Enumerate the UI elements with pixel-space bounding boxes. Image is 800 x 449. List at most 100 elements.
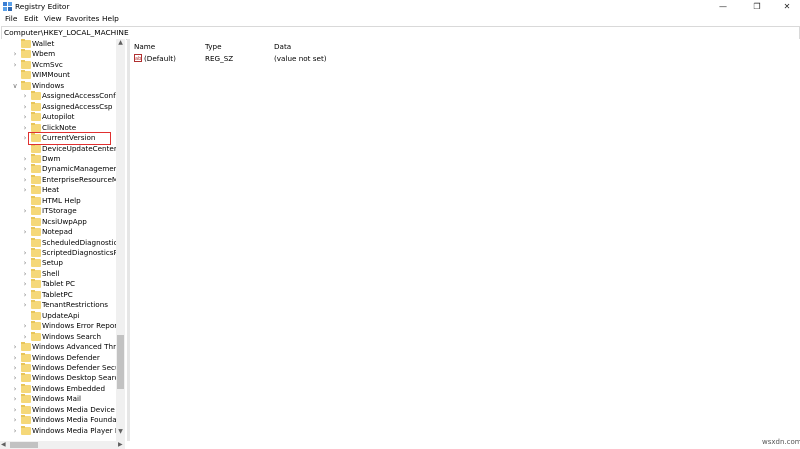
- chevron-right-icon[interactable]: ›: [12, 394, 18, 404]
- tree-vertical-scrollbar[interactable]: ▲ ▼: [116, 39, 125, 441]
- tree-item[interactable]: WIMMount: [0, 70, 116, 80]
- chevron-right-icon[interactable]: ›: [22, 185, 28, 195]
- chevron-right-icon[interactable]: ›: [22, 300, 28, 310]
- tree-item[interactable]: UpdateApi: [0, 310, 116, 321]
- tree-item[interactable]: › Windows Media Founda: [0, 415, 117, 425]
- chevron-right-icon[interactable]: ›: [22, 290, 28, 300]
- horizontal-scroll-thumb[interactable]: [10, 442, 38, 448]
- menu-favorites[interactable]: Favorites: [66, 14, 99, 23]
- highlight-box: [28, 132, 111, 145]
- folder-icon: [31, 112, 41, 122]
- scroll-right-arrow-icon[interactable]: ▶: [118, 441, 123, 449]
- chevron-right-icon[interactable]: ›: [12, 60, 18, 70]
- tree-item[interactable]: › Setup: [0, 258, 116, 268]
- tree-item[interactable]: › Notepad: [0, 227, 116, 237]
- tree-item[interactable]: › AssignedAccessConf: [0, 91, 116, 101]
- chevron-right-icon[interactable]: ›: [22, 206, 28, 216]
- chevron-right-icon[interactable]: ›: [22, 112, 28, 122]
- tree-item-label: NcsiUwpApp: [42, 216, 87, 226]
- folder-icon: [31, 153, 41, 163]
- chevron-right-icon[interactable]: ›: [22, 154, 28, 164]
- tree-item-label: DynamicManagemer: [42, 164, 117, 174]
- tree-item[interactable]: › ScriptedDiagnosticsP: [0, 248, 118, 258]
- tree-item[interactable]: › TenantRestrictions: [0, 300, 116, 310]
- chevron-right-icon[interactable]: ›: [12, 405, 18, 415]
- tree-item[interactable]: › WcmSvc: [0, 59, 116, 70]
- tree-item[interactable]: NcsiUwpApp: [0, 216, 116, 227]
- menu-file[interactable]: File: [5, 14, 17, 23]
- tree-item-label: Autopilot: [42, 112, 75, 122]
- tree-item[interactable]: › Tablet PC: [0, 279, 116, 289]
- tree-item[interactable]: › Windows Search: [0, 331, 116, 342]
- tree-item[interactable]: HTML Help: [0, 195, 116, 206]
- column-header-data[interactable]: Data: [274, 42, 291, 51]
- tree-item[interactable]: › Dwm: [0, 153, 116, 164]
- tree-item[interactable]: › Windows Advanced Thr: [0, 342, 116, 352]
- tree-item[interactable]: › Windows Error Repor: [0, 321, 117, 331]
- chevron-right-icon[interactable]: ›: [22, 227, 28, 237]
- tree-item[interactable]: › Heat: [0, 185, 116, 195]
- tree-item[interactable]: › Shell: [0, 268, 116, 279]
- address-bar[interactable]: Computer\HKEY_LOCAL_MACHINE: [1, 26, 800, 40]
- chevron-right-icon[interactable]: ›: [12, 363, 18, 373]
- minimize-button[interactable]: —: [708, 0, 738, 13]
- tree-item[interactable]: ScheduledDiagnostic: [0, 237, 118, 248]
- tree-item[interactable]: › Windows Defender: [0, 352, 116, 363]
- chevron-right-icon[interactable]: ›: [22, 258, 28, 268]
- menu-view[interactable]: View: [44, 14, 62, 23]
- folder-icon: [21, 383, 31, 393]
- folder-icon: [21, 373, 31, 383]
- scroll-up-arrow-icon[interactable]: ▲: [116, 39, 125, 47]
- tree-item[interactable]: › Windows Defender Secu: [0, 362, 120, 373]
- folder-icon: [31, 101, 41, 111]
- scroll-left-arrow-icon[interactable]: ◀: [1, 441, 6, 449]
- chevron-right-icon[interactable]: ›: [12, 353, 18, 363]
- chevron-right-icon[interactable]: ›: [22, 91, 28, 101]
- tree-item[interactable]: › Windows Desktop Searc: [0, 373, 118, 383]
- tree-item-label: Windows Search: [42, 331, 102, 341]
- chevron-right-icon[interactable]: ›: [22, 248, 28, 258]
- chevron-right-icon[interactable]: ›: [22, 332, 28, 342]
- chevron-right-icon[interactable]: ›: [22, 102, 28, 112]
- column-header-name[interactable]: Name: [134, 42, 155, 51]
- menu-edit[interactable]: Edit: [24, 14, 38, 23]
- scroll-thumb[interactable]: [117, 335, 124, 389]
- tree-item[interactable]: › AssignedAccessCsp: [0, 101, 116, 112]
- tree-item-label: Dwm: [42, 153, 61, 163]
- maximize-button[interactable]: ❐: [742, 0, 772, 13]
- tree-item[interactable]: › TabletPC: [0, 289, 116, 300]
- tree-item[interactable]: › Wbem: [0, 49, 116, 59]
- folder-icon: [31, 258, 41, 268]
- tree-item[interactable]: ∨ Windows: [0, 80, 116, 91]
- tree-item[interactable]: Wallet: [0, 39, 116, 49]
- menu-help[interactable]: Help: [102, 14, 119, 23]
- chevron-right-icon[interactable]: ›: [22, 279, 28, 289]
- tree-item[interactable]: DeviceUpdateCenter: [0, 143, 117, 154]
- tree-item-label: Windows Defender: [32, 352, 100, 362]
- chevron-right-icon[interactable]: ›: [12, 373, 18, 383]
- chevron-right-icon[interactable]: ›: [22, 164, 28, 174]
- chevron-right-icon[interactable]: ›: [22, 175, 28, 185]
- chevron-down-icon[interactable]: ∨: [12, 81, 18, 91]
- tree-item[interactable]: › Windows Mail: [0, 394, 116, 404]
- close-button[interactable]: ✕: [772, 0, 800, 13]
- folder-icon: [31, 321, 41, 331]
- chevron-right-icon[interactable]: ›: [12, 49, 18, 59]
- tree-item[interactable]: › EnterpriseResourceM: [0, 174, 118, 185]
- chevron-right-icon[interactable]: ›: [22, 321, 28, 331]
- folder-icon: [31, 143, 41, 153]
- tree-item[interactable]: › DynamicManagemer: [0, 164, 117, 174]
- tree-horizontal-scrollbar[interactable]: ◀ ▶: [0, 441, 125, 449]
- chevron-right-icon[interactable]: ›: [12, 426, 18, 436]
- tree-item[interactable]: › Windows Media Device: [0, 404, 116, 415]
- tree-item[interactable]: › Windows Media Player N: [0, 425, 120, 436]
- chevron-right-icon[interactable]: ›: [12, 342, 18, 352]
- tree-item[interactable]: › Windows Embedded: [0, 383, 116, 394]
- tree-item[interactable]: › ITStorage: [0, 206, 116, 216]
- scroll-down-arrow-icon[interactable]: ▼: [116, 428, 125, 436]
- tree-item[interactable]: › Autopilot: [0, 112, 116, 122]
- chevron-right-icon[interactable]: ›: [22, 269, 28, 279]
- chevron-right-icon[interactable]: ›: [12, 384, 18, 394]
- chevron-right-icon[interactable]: ›: [12, 415, 18, 425]
- column-header-type[interactable]: Type: [205, 42, 222, 51]
